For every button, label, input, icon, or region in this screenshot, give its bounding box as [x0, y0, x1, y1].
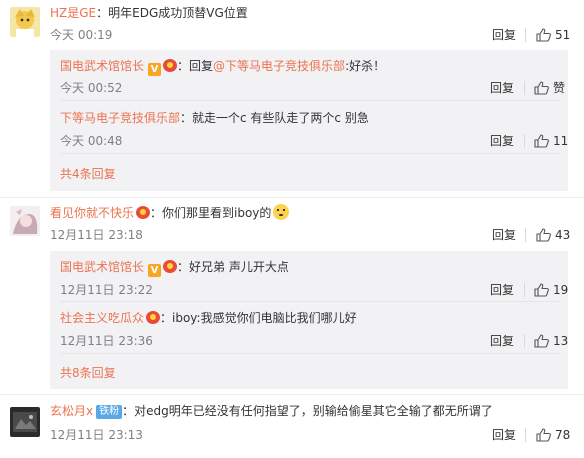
member-badge-icon: [136, 206, 151, 219]
like-button[interactable]: 13: [534, 333, 568, 349]
thumbs-up-icon: [534, 283, 549, 297]
reply-item: 国电武术馆馆长 V ：回复@下等马电子竞技俱乐部:好杀！ 今天 00:52 回复 赞: [60, 58, 568, 98]
like-count: 11: [553, 134, 569, 148]
comment-item: HZ是GE：明年EDG成功顶替VG位置 今天 00:19 回复 51 国电武术馆…: [0, 0, 584, 196]
member-badge-icon: [146, 311, 161, 324]
reply-text: ：好兄弟 声儿开大点: [177, 260, 289, 274]
mention-link[interactable]: @下等马电子竞技俱乐部: [213, 59, 345, 73]
verified-v-icon: V: [148, 63, 162, 76]
reply-time: 12月11日 23:22: [60, 283, 153, 297]
like-button[interactable]: 43: [536, 227, 570, 243]
action-divider: [524, 283, 525, 297]
like-button[interactable]: 51: [536, 27, 570, 43]
thumbs-up-icon: [536, 428, 551, 442]
replies-box: 国电武术馆馆长 V ：好兄弟 声儿开大点 12月11日 23:22 回复 19 社会…: [50, 251, 568, 389]
reply-button[interactable]: 回复: [492, 427, 516, 443]
reply-time: 今天 00:48: [60, 134, 123, 148]
reply-item: 国电武术馆馆长 V ：好兄弟 声儿开大点 12月11日 23:22 回复 19: [60, 259, 568, 299]
reply-button[interactable]: 回复: [490, 133, 514, 149]
thumbs-up-icon: [534, 334, 549, 348]
reply-text-line: 社会主义吃瓜众 ：iboy:我感觉你们电脑比我们哪儿好: [60, 310, 357, 326]
comment-text: ：你们那里看到iboy的: [150, 206, 272, 220]
reply-button[interactable]: 回复: [492, 227, 516, 243]
username-link[interactable]: 国电武术馆馆长: [60, 260, 144, 274]
member-badge-icon: [163, 260, 178, 273]
thumbs-up-icon: [534, 134, 549, 148]
reply-time: 今天 00:52: [60, 81, 123, 95]
like-count: 19: [553, 283, 569, 297]
username-link[interactable]: 看见你就不快乐: [50, 206, 134, 220]
reply-button[interactable]: 回复: [490, 80, 514, 96]
reply-text: ：iboy:我感觉你们电脑比我们哪儿好: [160, 311, 357, 325]
username-link[interactable]: 下等马电子竞技俱乐部: [60, 111, 180, 125]
reply-item: 下等马电子竞技俱乐部：就走一个c 有些队走了两个c 别急 今天 00:48 回复…: [60, 110, 568, 150]
thumbs-up-icon: [534, 81, 549, 95]
comment-item: 玄松月x 铁粉 ：对edg明年已经没有任何指望了，别输给偷星其它全输了都无所谓了 1…: [0, 395, 584, 458]
comment-time: 12月11日 23:13: [50, 428, 143, 442]
more-replies-link[interactable]: 共8条回复: [60, 365, 116, 381]
avatar[interactable]: [10, 206, 40, 236]
avatar[interactable]: [10, 7, 40, 37]
username-link[interactable]: 国电武术馆馆长: [60, 59, 144, 73]
reply-text: :好杀！: [345, 59, 386, 73]
username-link[interactable]: 社会主义吃瓜众: [60, 311, 144, 325]
action-divider: [524, 134, 525, 148]
reply-time: 12月11日 23:36: [60, 334, 153, 348]
like-count: 13: [553, 334, 569, 348]
like-label: 赞: [553, 81, 566, 95]
reply-button[interactable]: 回复: [490, 333, 514, 349]
colon: ：: [177, 59, 190, 73]
comment-time: 今天 00:19: [50, 28, 113, 42]
verified-v-icon: V: [148, 264, 162, 277]
like-button[interactable]: 19: [534, 282, 568, 298]
reply-button[interactable]: 回复: [490, 282, 514, 298]
reply-text-line: 国电武术馆馆长 V ：回复@下等马电子竞技俱乐部:好杀！: [60, 58, 385, 76]
reply-button[interactable]: 回复: [492, 27, 516, 43]
fan-badge: 铁粉: [96, 405, 123, 419]
username-link[interactable]: HZ是GE: [50, 6, 96, 20]
reply-text: ：就走一个c 有些队走了两个c 别急: [180, 111, 369, 125]
reply-item: 社会主义吃瓜众 ：iboy:我感觉你们电脑比我们哪儿好 12月11日 23:36 …: [60, 310, 568, 350]
like-button[interactable]: 赞: [534, 80, 565, 96]
action-divider: [525, 428, 526, 442]
reply-text-line: 下等马电子竞技俱乐部：就走一个c 有些队走了两个c 别急: [60, 110, 369, 126]
action-divider: [525, 28, 526, 42]
reply-text-line: 国电武术馆馆长 V ：好兄弟 声儿开大点: [60, 259, 289, 277]
comment-text-line: 玄松月x 铁粉 ：对edg明年已经没有任何指望了，别输给偷星其它全输了都无所谓了: [50, 403, 493, 419]
action-divider: [524, 334, 525, 348]
like-button[interactable]: 11: [534, 133, 568, 149]
action-divider: [524, 81, 525, 95]
reply-prefix: 回复: [189, 59, 214, 73]
like-count: 51: [555, 28, 571, 42]
comment-text: ：对edg明年已经没有任何指望了，别输给偷星其它全输了都无所谓了: [122, 404, 493, 418]
comment-text: ：明年EDG成功顶替VG位置: [96, 6, 248, 20]
divider: [60, 100, 560, 101]
action-divider: [525, 228, 526, 242]
divider: [60, 153, 560, 154]
more-replies-link[interactable]: 共4条回复: [60, 166, 116, 182]
comment-item: 看见你就不快乐 ：你们那里看到iboy的 12月11日 23:18 回复 43 国…: [0, 198, 584, 393]
like-count: 43: [555, 228, 571, 242]
divider: [60, 353, 560, 354]
username-link[interactable]: 玄松月x: [50, 404, 93, 418]
like-count: 78: [555, 428, 571, 442]
comment-text-line: HZ是GE：明年EDG成功顶替VG位置: [50, 5, 248, 21]
thinking-emoji-icon: [273, 204, 290, 220]
avatar[interactable]: [10, 407, 40, 437]
replies-box: 国电武术馆馆长 V ：回复@下等马电子竞技俱乐部:好杀！ 今天 00:52 回复 赞…: [50, 50, 568, 191]
comment-text-line: 看见你就不快乐 ：你们那里看到iboy的: [50, 204, 290, 221]
like-button[interactable]: 78: [536, 427, 570, 443]
member-badge-icon: [163, 59, 178, 72]
divider: [60, 301, 560, 302]
comment-time: 12月11日 23:18: [50, 228, 143, 242]
thumbs-up-icon: [536, 228, 551, 242]
thumbs-up-icon: [536, 28, 551, 42]
